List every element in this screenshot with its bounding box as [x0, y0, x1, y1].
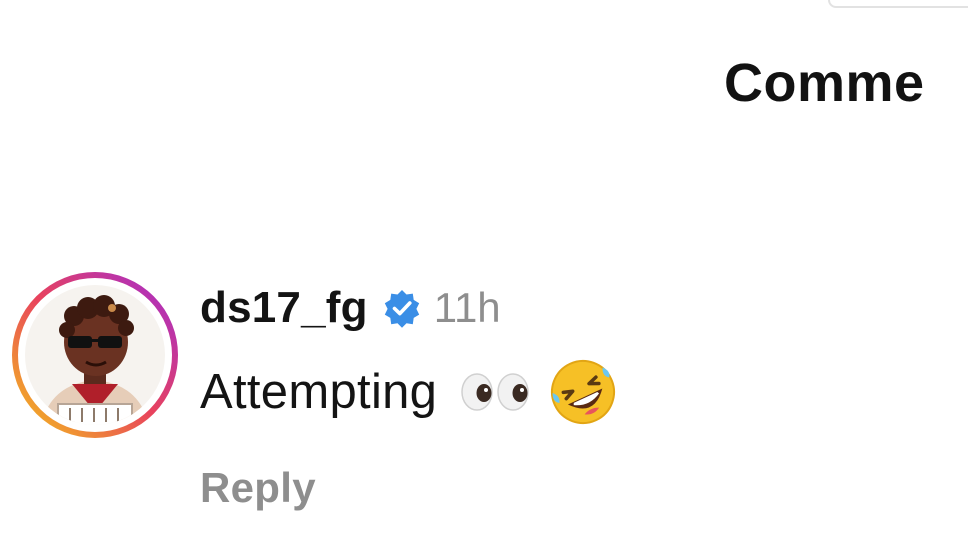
comment-text: Attempting [200, 365, 438, 419]
user-avatar-icon [12, 272, 178, 438]
rolling-on-floor-laughing-emoji-icon [547, 356, 619, 428]
avatar[interactable] [12, 272, 178, 438]
comment-header: ds17_fg 11h [200, 283, 501, 333]
comments-title: Comme [724, 53, 925, 113]
eyes-emoji-icon [459, 372, 533, 412]
comment-text-row: Attempting [200, 360, 619, 424]
verified-badge-icon [382, 288, 422, 328]
username-link[interactable]: ds17_fg [200, 283, 368, 333]
comment-timestamp: 11h [433, 284, 501, 331]
reply-button[interactable]: Reply [200, 464, 316, 512]
top-sheet-handle [828, 0, 968, 8]
